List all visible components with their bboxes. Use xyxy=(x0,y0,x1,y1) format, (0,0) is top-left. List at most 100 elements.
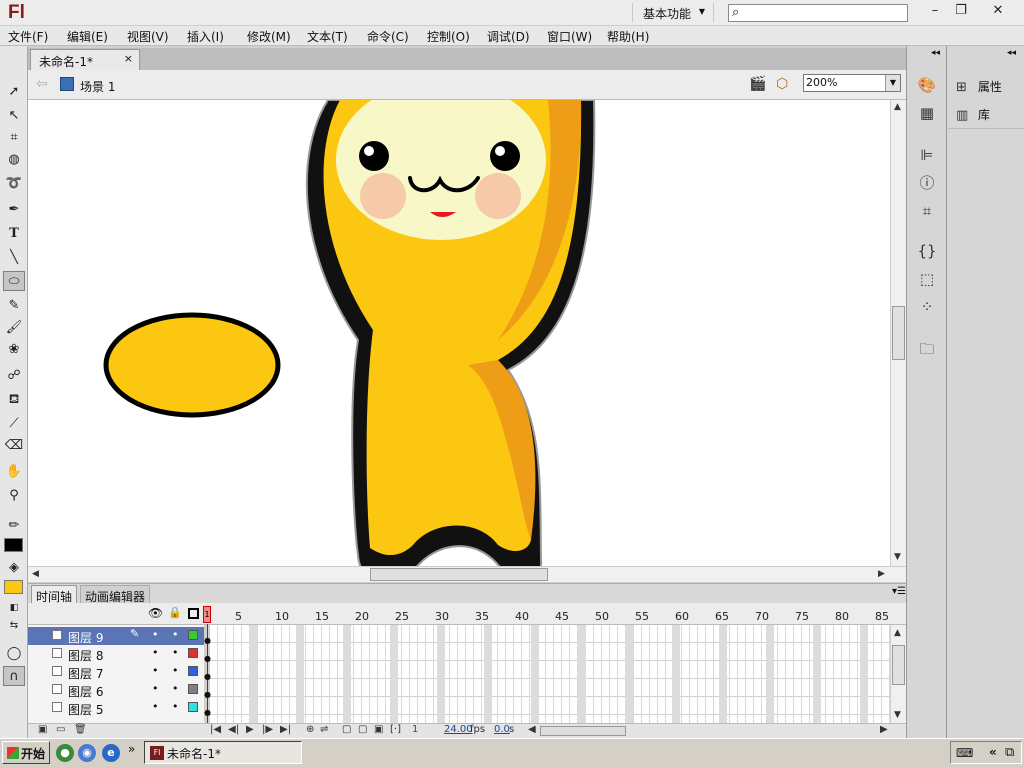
scroll-thumb[interactable] xyxy=(892,645,905,685)
layer-row[interactable]: 图层 5 • • xyxy=(28,699,204,717)
start-button[interactable]: 开始 xyxy=(2,741,50,764)
properties-panel-button[interactable]: ⊞ 属性 xyxy=(956,78,1002,95)
visibility-dot[interactable]: • xyxy=(152,664,159,677)
stroke-color-swatch[interactable] xyxy=(4,538,23,552)
layer-color-swatch[interactable] xyxy=(188,702,198,712)
scroll-right-icon[interactable]: ▶ xyxy=(878,569,885,579)
playhead[interactable]: 1 xyxy=(203,606,211,623)
line-tool-icon[interactable]: ╲ xyxy=(3,248,25,268)
oval-tool-icon[interactable]: ⬭ xyxy=(3,271,25,291)
current-frame[interactable]: 1 xyxy=(412,724,418,735)
stroke-color-icon[interactable]: ✏ xyxy=(3,516,25,536)
first-frame-icon[interactable]: |◀ xyxy=(210,724,221,735)
deco-tool-icon[interactable]: ❀ xyxy=(3,340,25,360)
brush-tool-icon[interactable]: 🖌 xyxy=(3,318,25,338)
bone-tool-icon[interactable]: ☍ xyxy=(3,366,25,386)
menu-debug[interactable]: 调试(D) xyxy=(487,28,530,45)
lasso-tool-icon[interactable]: ➰ xyxy=(3,174,25,194)
tab-motion-editor[interactable]: 动画编辑器 xyxy=(80,585,151,604)
selection-tool-icon[interactable]: ➚ xyxy=(3,82,25,102)
layer-color-swatch[interactable] xyxy=(188,666,198,676)
hand-tool-icon[interactable]: ✋ xyxy=(3,462,25,482)
visibility-dot[interactable]: • xyxy=(152,682,159,695)
zoom-tool-icon[interactable]: ⚲ xyxy=(3,486,25,506)
layer-row[interactable]: 图层 7 • • xyxy=(28,663,204,681)
object-drawing-icon[interactable]: ◯ xyxy=(3,644,25,664)
lock-dot[interactable]: • xyxy=(172,664,179,677)
onion-skin-icon[interactable]: ▢ xyxy=(342,724,351,735)
onion-outline-icon[interactable]: ▢ xyxy=(358,724,367,735)
edit-symbol-icon[interactable]: ⬡ xyxy=(776,76,788,92)
menu-modify[interactable]: 修改(M) xyxy=(247,28,291,45)
chevron-down-icon[interactable]: ▼ xyxy=(885,75,900,91)
info-panel-icon[interactable]: ⓘ xyxy=(914,172,940,194)
project-panel-icon[interactable]: 🗀 xyxy=(914,338,940,360)
library-panel-button[interactable]: ▥ 库 xyxy=(956,106,990,123)
lock-dot[interactable]: • xyxy=(172,628,179,641)
eyedropper-tool-icon[interactable]: ⟋ xyxy=(3,414,25,434)
document-tab[interactable]: 未命名-1* × xyxy=(30,49,140,70)
scroll-thumb[interactable] xyxy=(540,726,626,736)
stage-vertical-scrollbar[interactable]: ▲ ▼ xyxy=(890,100,906,566)
scene-label[interactable]: 场景 1 xyxy=(80,78,115,95)
lock-dot[interactable]: • xyxy=(172,700,179,713)
frame-rate[interactable]: 24.00 xyxy=(444,724,473,735)
3d-rotation-tool-icon[interactable]: ◍ xyxy=(3,150,25,170)
layer-row[interactable]: 图层 8 • • xyxy=(28,645,204,663)
color-panel-icon[interactable]: 🎨 xyxy=(914,74,940,96)
menu-text[interactable]: 文本(T) xyxy=(307,28,348,45)
back-arrow-icon[interactable]: ⇦ xyxy=(36,76,48,92)
lock-dot[interactable]: • xyxy=(172,646,179,659)
frame-ruler[interactable]: 5 10 15 20 25 30 35 40 45 50 55 60 65 70… xyxy=(210,605,890,625)
eye-icon[interactable]: 👁 xyxy=(148,606,163,620)
menu-view[interactable]: 视图(V) xyxy=(127,28,169,45)
new-layer-icon[interactable]: ▣ xyxy=(38,724,47,735)
menu-edit[interactable]: 编辑(E) xyxy=(67,28,108,45)
quicklaunch-more-icon[interactable]: » xyxy=(128,742,135,756)
scroll-thumb[interactable] xyxy=(892,306,905,360)
scroll-left-icon[interactable]: ◀ xyxy=(32,569,39,579)
paint-bucket-tool-icon[interactable]: ⛾ xyxy=(3,390,25,410)
menu-file[interactable]: 文件(F) xyxy=(8,28,48,45)
outline-icon[interactable] xyxy=(188,608,199,619)
menu-insert[interactable]: 插入(I) xyxy=(187,28,224,45)
scroll-left-icon[interactable]: ◀ xyxy=(528,724,536,735)
stage-canvas[interactable] xyxy=(28,100,890,566)
new-folder-icon[interactable]: ▭ xyxy=(56,724,65,735)
menu-help[interactable]: 帮助(H) xyxy=(607,28,649,45)
chrome-icon[interactable]: ● xyxy=(56,744,74,762)
tab-timeline[interactable]: 时间轴 xyxy=(31,585,78,604)
restore-button[interactable]: ❐ xyxy=(946,1,976,22)
close-button[interactable]: ✕ xyxy=(978,1,1018,22)
layer-color-swatch[interactable] xyxy=(188,684,198,694)
layer-row[interactable]: 图层 6 • • xyxy=(28,681,204,699)
zoom-select[interactable]: 200% ▼ xyxy=(803,74,901,92)
align-panel-icon[interactable]: ⊫ xyxy=(914,144,940,166)
collapse-icon[interactable]: ◂◂ xyxy=(931,48,940,58)
snap-magnet-icon[interactable]: ∩ xyxy=(3,666,25,686)
eraser-tool-icon[interactable]: ⌫ xyxy=(3,436,25,456)
search-input[interactable]: ⌕ xyxy=(728,4,908,22)
text-tool-icon[interactable]: T xyxy=(3,224,25,244)
scroll-thumb[interactable] xyxy=(370,568,548,581)
scroll-down-icon[interactable]: ▼ xyxy=(894,710,901,720)
close-icon[interactable]: × xyxy=(124,52,133,65)
keyframe-dot[interactable]: ● xyxy=(204,636,211,645)
visibility-dot[interactable]: • xyxy=(152,628,159,641)
frame-grid[interactable] xyxy=(210,625,890,723)
scroll-down-icon[interactable]: ▼ xyxy=(894,552,901,562)
delete-layer-icon[interactable]: 🗑 xyxy=(74,724,87,735)
loop-icon[interactable]: ⇌ xyxy=(320,724,328,735)
prev-frame-icon[interactable]: ◀| xyxy=(228,724,239,735)
fill-color-swatch[interactable] xyxy=(4,580,23,594)
tray-expand-icon[interactable]: « xyxy=(989,745,997,759)
last-frame-icon[interactable]: ▶| xyxy=(280,724,291,735)
motion-presets-icon[interactable]: ⁘ xyxy=(914,296,940,318)
pencil-tool-icon[interactable]: ✎ xyxy=(3,296,25,316)
input-method-icon[interactable]: ⧉ xyxy=(1005,745,1014,760)
components-panel-icon[interactable]: ⬚ xyxy=(914,268,940,290)
free-transform-tool-icon[interactable]: ⌗ xyxy=(3,128,25,148)
keyframe-dot[interactable]: ● xyxy=(204,654,211,663)
visibility-dot[interactable]: • xyxy=(152,646,159,659)
elapsed-time[interactable]: 0.0 xyxy=(494,724,510,735)
